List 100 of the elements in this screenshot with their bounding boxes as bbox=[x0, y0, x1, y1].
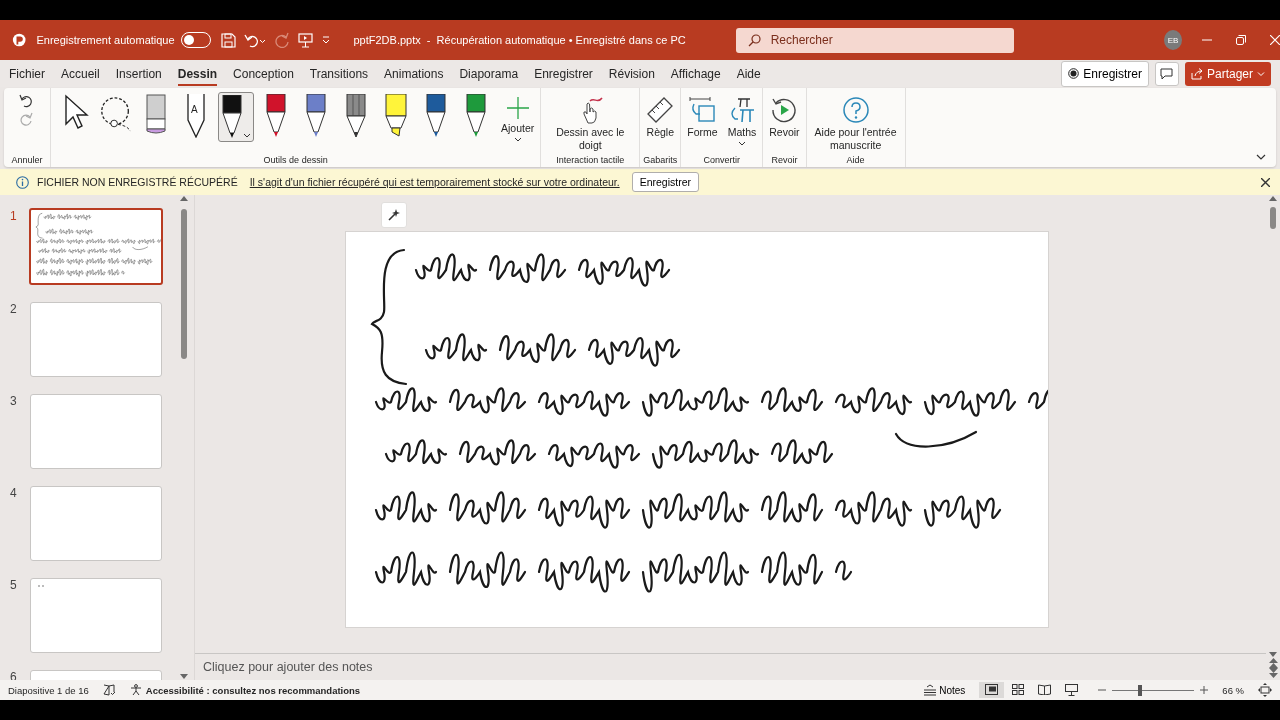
pen-icon[interactable] bbox=[221, 95, 243, 139]
zoom-in-icon[interactable] bbox=[1200, 686, 1209, 694]
caret-icon[interactable] bbox=[243, 133, 251, 139]
accessibility-status[interactable]: Accessibilité : consultez nos recommandations bbox=[129, 684, 361, 696]
book-check-icon[interactable] bbox=[102, 684, 116, 696]
info-title: FICHIER NON ENREGISTRÉ RÉCUPÉRÉ bbox=[37, 176, 238, 188]
pointer-icon[interactable] bbox=[63, 94, 89, 130]
search-field[interactable]: Rechercher bbox=[735, 27, 1014, 53]
scrollbar-thumb[interactable] bbox=[1270, 207, 1276, 229]
group-label: Interaction tactile bbox=[555, 155, 626, 167]
search-placeholder: Rechercher bbox=[770, 33, 833, 47]
notes-button[interactable]: Notes bbox=[923, 684, 966, 696]
comments-button[interactable] bbox=[1154, 61, 1179, 86]
undo-icon[interactable] bbox=[19, 94, 33, 108]
slide-thumbnail[interactable] bbox=[30, 394, 162, 469]
ribbon-tab[interactable]: Transitions bbox=[309, 62, 369, 85]
notes-icon bbox=[923, 684, 938, 696]
close-icon[interactable] bbox=[1261, 177, 1270, 187]
ribbon-tab[interactable]: Révision bbox=[608, 62, 655, 85]
group-label: Gabarits bbox=[643, 155, 678, 167]
user-avatar[interactable]: EB bbox=[1163, 30, 1182, 50]
info-link[interactable]: Il s'agit d'un fichier récupéré qui est temporairement stocké sur votre ordinateur. bbox=[249, 176, 620, 188]
normal-view-icon bbox=[985, 684, 999, 695]
save-icon[interactable] bbox=[221, 32, 237, 48]
eraser-icon[interactable] bbox=[145, 94, 167, 134]
plus-icon bbox=[505, 96, 530, 120]
zoom-slider-thumb[interactable] bbox=[1138, 684, 1143, 696]
undo-icon[interactable] bbox=[244, 32, 267, 48]
document-title: pptF2DB.pptx - Récupération automatique • Enregistré dans ce PC bbox=[353, 34, 686, 46]
scroll-down-icon[interactable] bbox=[1269, 650, 1277, 658]
share-icon bbox=[1190, 67, 1203, 80]
pen-icon[interactable] bbox=[265, 94, 287, 138]
caret-icon bbox=[513, 137, 522, 144]
ribbon-button[interactable]: Aide pour l'entrée manuscrite bbox=[809, 92, 902, 153]
ruler-icon bbox=[646, 96, 675, 124]
app-logo-icon bbox=[12, 32, 27, 48]
book-icon bbox=[1038, 684, 1052, 695]
slide-number: 2 bbox=[10, 302, 18, 318]
ribbon-button[interactable]: Dessin avec le doigt bbox=[544, 92, 637, 153]
record-button[interactable]: Enregistrer bbox=[1061, 60, 1149, 87]
sparkle-pen-icon bbox=[387, 208, 401, 222]
group-label: Annuler bbox=[10, 155, 44, 167]
customize-caret-icon[interactable] bbox=[321, 35, 332, 45]
next-slide-icon[interactable] bbox=[1268, 668, 1278, 678]
pen-letter: A bbox=[191, 104, 198, 115]
ribbon-button[interactable]: Maths bbox=[724, 92, 760, 148]
record-icon bbox=[1068, 68, 1080, 79]
restore-icon[interactable] bbox=[1236, 35, 1246, 45]
highlighter-icon[interactable] bbox=[384, 94, 408, 138]
ribbon-button[interactable]: Forme bbox=[684, 92, 721, 140]
group-label: Aide bbox=[845, 155, 866, 167]
pen-icon[interactable] bbox=[465, 94, 487, 138]
pen-icon[interactable] bbox=[425, 94, 447, 138]
ribbon-tab[interactable]: Affichage bbox=[670, 62, 721, 85]
slide-thumbnail[interactable] bbox=[29, 208, 163, 285]
zoom-percent[interactable]: 66 % bbox=[1222, 684, 1244, 696]
ribbon-tab[interactable]: Accueil bbox=[61, 62, 100, 85]
ribbon-tab[interactable]: Conception bbox=[233, 62, 294, 85]
help-icon bbox=[841, 96, 870, 124]
slide-thumbnail[interactable] bbox=[30, 578, 162, 653]
normal-view-button[interactable] bbox=[979, 682, 1005, 698]
scrollbar-thumb[interactable] bbox=[181, 209, 187, 359]
pen-icon[interactable] bbox=[305, 94, 327, 138]
ribbon-tab[interactable]: Aide bbox=[736, 62, 761, 85]
share-button[interactable]: Partager bbox=[1184, 61, 1271, 86]
pencil-icon[interactable] bbox=[345, 94, 367, 138]
fit-slide-icon[interactable] bbox=[1258, 683, 1272, 697]
caret-icon bbox=[1257, 69, 1265, 78]
ribbon-tab[interactable]: Animations bbox=[384, 62, 444, 85]
ribbon-tab[interactable]: Enregistrer bbox=[534, 62, 593, 85]
pen-icon[interactable] bbox=[185, 94, 207, 138]
grid-icon bbox=[1012, 684, 1025, 695]
group-label: Revoir bbox=[770, 155, 799, 167]
ribbon-button[interactable]: Règle bbox=[643, 92, 678, 140]
presentation-icon[interactable] bbox=[298, 32, 314, 48]
comment-icon bbox=[1160, 67, 1174, 80]
presentation-icon bbox=[1065, 684, 1079, 696]
info-icon bbox=[16, 175, 29, 189]
info-save-button[interactable]: Enregistrer bbox=[631, 172, 699, 192]
group-label: Convertir bbox=[702, 155, 741, 167]
slide[interactable] bbox=[344, 231, 1049, 628]
ribbon-tab[interactable]: Dessin bbox=[177, 62, 218, 85]
search-icon bbox=[747, 33, 761, 47]
ribbon-button[interactable]: Revoir bbox=[766, 92, 803, 140]
group-label: Outils de dessin bbox=[262, 155, 329, 167]
slide-number: 3 bbox=[10, 394, 18, 410]
ribbon-tab[interactable]: Fichier bbox=[9, 62, 45, 85]
ribbon-tab[interactable]: Diaporama bbox=[459, 62, 519, 85]
slide-position: Diapositive 1 de 16 bbox=[8, 684, 89, 696]
ribbon-tab[interactable]: Insertion bbox=[115, 62, 162, 85]
shape-convert-icon bbox=[688, 96, 717, 124]
replay-icon bbox=[770, 96, 799, 124]
slide-thumbnail[interactable] bbox=[30, 486, 162, 561]
slide-number: 1 bbox=[10, 209, 18, 225]
add-pen-button[interactable]: Ajouter bbox=[498, 92, 538, 144]
collapse-ribbon-icon[interactable] bbox=[1256, 153, 1266, 161]
designer-button[interactable] bbox=[381, 202, 407, 228]
accessibility-icon bbox=[129, 684, 142, 696]
slide-thumbnail[interactable] bbox=[30, 302, 162, 377]
slide-number: 4 bbox=[10, 486, 18, 502]
